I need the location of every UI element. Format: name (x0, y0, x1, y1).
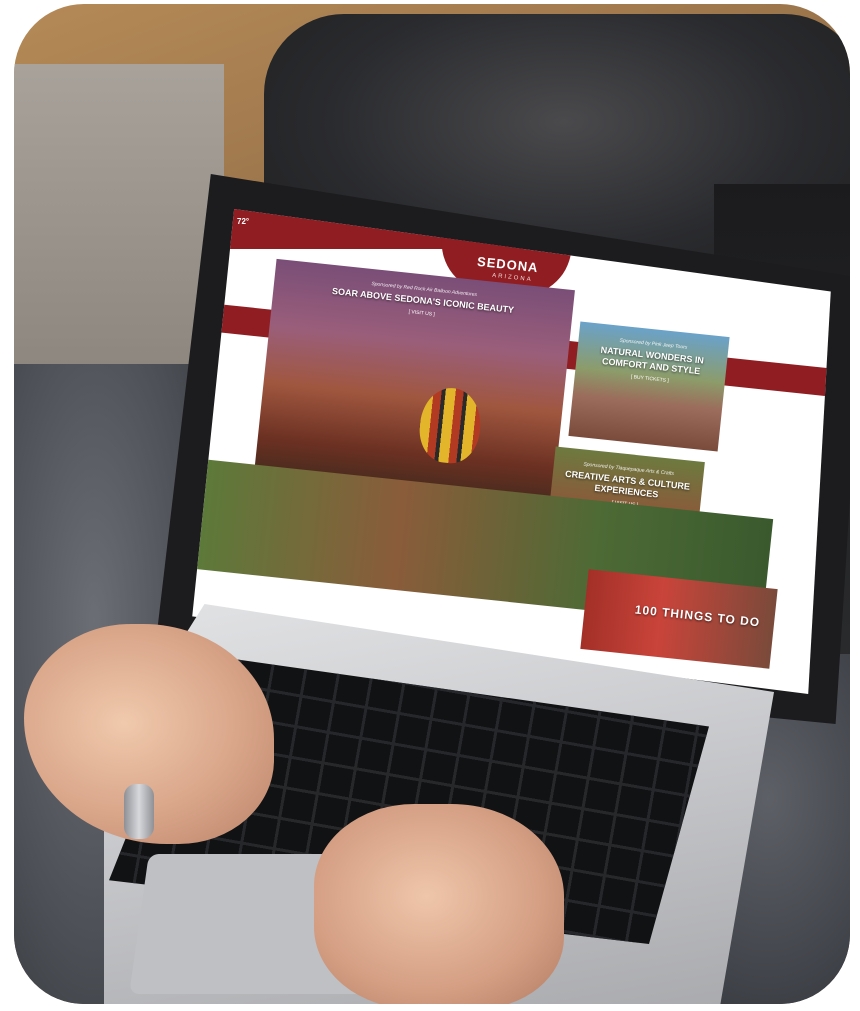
photo-frame: 72° SEDONA ARIZONA BOOK SEDONA NOW ⚲ ☰ M… (14, 4, 850, 1004)
weather-temperature: 72° (237, 217, 250, 226)
menu-button[interactable]: ☰ MENU (789, 311, 826, 327)
tile-pink-jeep[interactable]: Sponsored by Pink Jeep Tours NATURAL WON… (568, 321, 730, 452)
ring (124, 784, 154, 839)
menu-label: MENU (801, 315, 820, 324)
hot-air-balloon-image (416, 385, 484, 466)
book-now-link[interactable]: BOOK SEDONA NOW (709, 306, 771, 318)
site-nav: BOOK SEDONA NOW ⚲ ☰ MENU (709, 303, 826, 327)
feature-label: 100 THINGS TO DO (634, 602, 761, 630)
search-icon[interactable]: ⚲ (778, 313, 783, 319)
right-hand (314, 804, 564, 1004)
